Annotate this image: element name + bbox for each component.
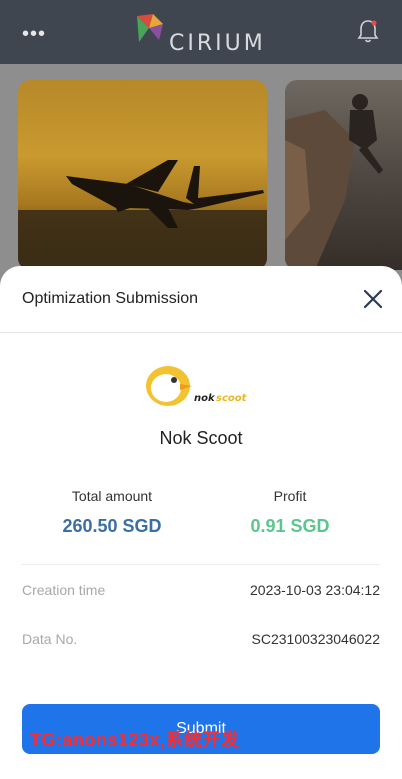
- cirium-logo: CIRIUM: [133, 10, 273, 56]
- creation-time-row: Creation time 2023-10-03 23:04:12: [22, 582, 380, 602]
- profit-value: 0.91 SGD: [250, 516, 330, 536]
- modal-title: Optimization Submission: [22, 290, 199, 307]
- banner-airplane-image[interactable]: [18, 80, 267, 270]
- stats-divider: [22, 564, 380, 565]
- svg-text:scoot: scoot: [216, 393, 248, 404]
- climber-icon: [285, 94, 383, 270]
- modal-divider: [0, 332, 402, 333]
- data-no-value: SC23100323046022: [251, 631, 380, 647]
- total-amount-value: 260.50 SGD: [62, 516, 162, 536]
- svg-text:nok: nok: [194, 393, 216, 404]
- data-no-row: Data No. SC23100323046022: [22, 631, 380, 651]
- data-no-label: Data No.: [22, 631, 78, 647]
- close-icon[interactable]: [362, 288, 384, 310]
- bell-icon[interactable]: [356, 18, 380, 44]
- nok-scoot-logo: nok scoot: [146, 366, 254, 406]
- cirium-logo-mark: [137, 14, 163, 42]
- more-dots-icon[interactable]: •••: [22, 24, 46, 44]
- total-amount-stat: Total amount 260.50 SGD: [22, 488, 202, 537]
- watermark-text: TG:anons123x,系统开发: [30, 730, 240, 750]
- profit-label: Profit: [273, 488, 307, 504]
- optimization-modal: Optimization Submission nok scoot Nok Sc…: [0, 266, 402, 779]
- app-header: ••• CIRIUM: [0, 0, 402, 64]
- profit-stat: Profit 0.91 SGD: [200, 488, 380, 537]
- banner-climber-image[interactable]: [285, 80, 402, 270]
- company-name: Nok Scoot: [159, 428, 243, 448]
- airplane-icon: [18, 160, 267, 270]
- app-name: CIRIUM: [169, 31, 266, 56]
- total-amount-label: Total amount: [71, 488, 153, 504]
- creation-time-label: Creation time: [22, 582, 106, 598]
- creation-time-value: 2023-10-03 23:04:12: [250, 582, 380, 598]
